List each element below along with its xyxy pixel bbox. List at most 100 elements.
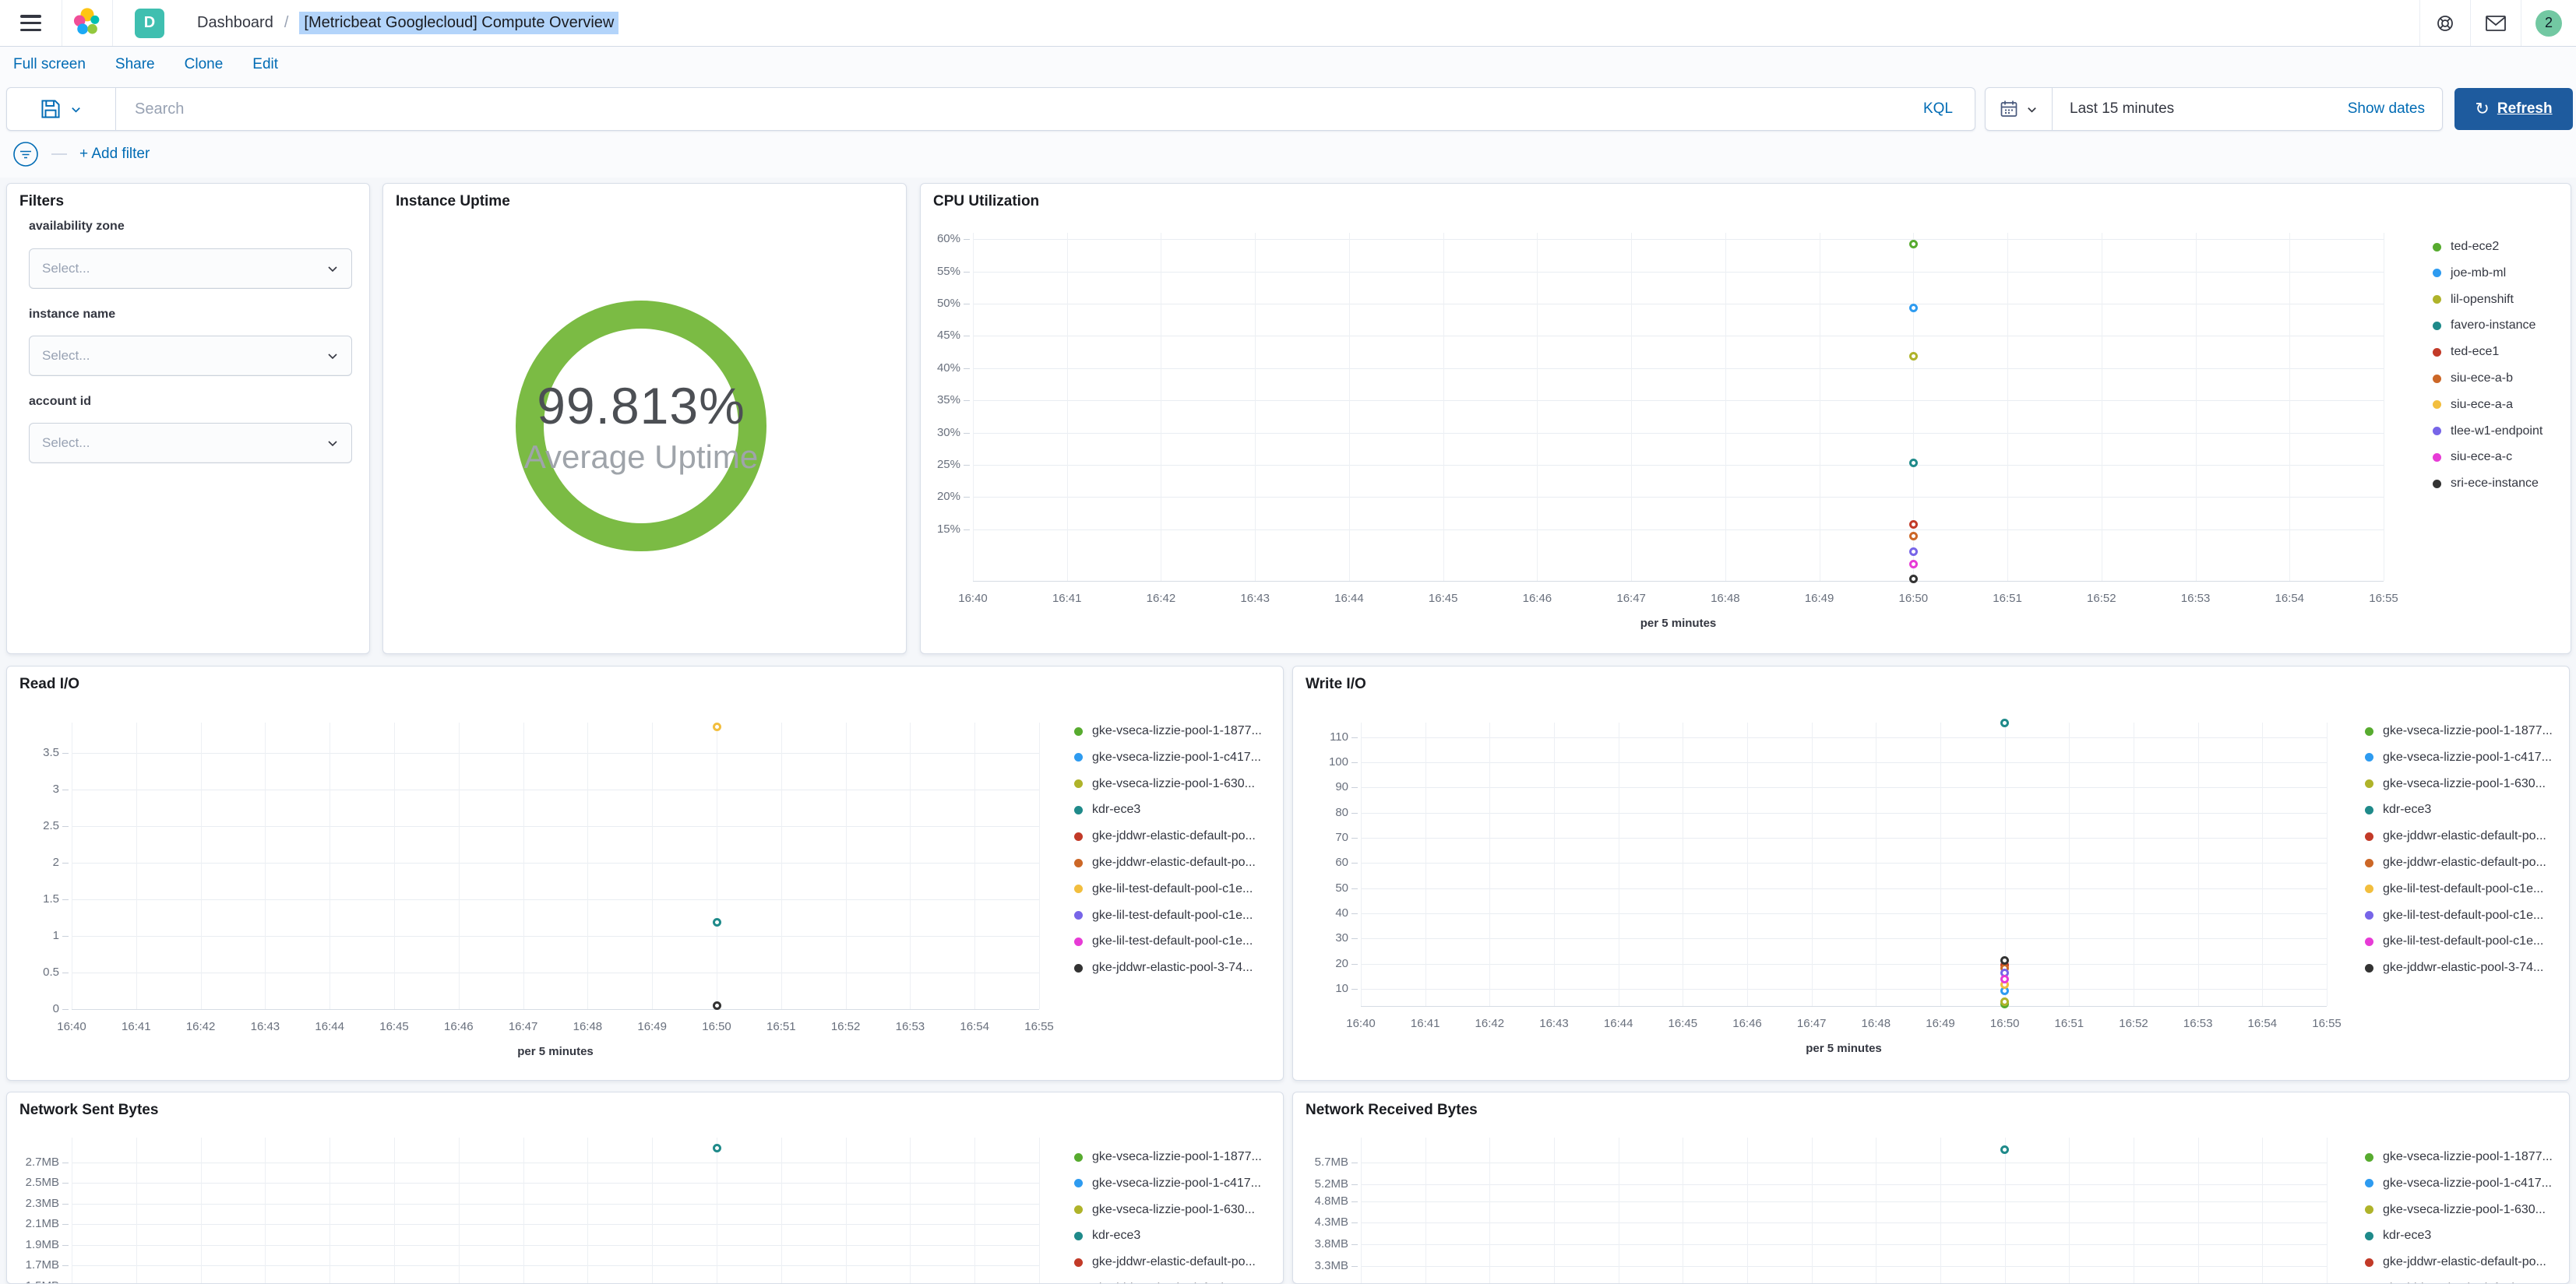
availability-zone-select[interactable]: Select... — [29, 248, 352, 289]
gridline-horizontal — [1361, 888, 2327, 889]
legend-item[interactable]: gke-lil-test-default-pool-c1e... — [1074, 902, 1253, 929]
share-button[interactable]: Share — [115, 56, 155, 73]
y-axis-tick-label: 90 — [1335, 780, 1348, 794]
legend-item[interactable]: gke-jddwr-elastic-pool-3-74... — [1074, 955, 1253, 981]
legend-item[interactable]: gke-jddwr-elastic-default-po... — [2365, 1275, 2546, 1283]
breadcrumb-separator: / — [284, 14, 289, 31]
legend-item[interactable]: kdr-ece3 — [1074, 797, 1140, 823]
legend-item[interactable]: gke-lil-test-default-pool-c1e... — [2365, 902, 2543, 929]
y-axis-tick-label: 0 — [52, 1002, 59, 1015]
y-axis-tickmark — [964, 271, 970, 273]
legend-item[interactable]: kdr-ece3 — [1074, 1222, 1140, 1249]
legend-dot — [1074, 832, 1083, 841]
legend-item[interactable]: gke-jddwr-elastic-default-po... — [1074, 1275, 1256, 1283]
elastic-logo[interactable] — [62, 0, 112, 46]
add-filter-button[interactable]: + Add filter — [79, 146, 150, 163]
menu-icon[interactable] — [20, 15, 41, 31]
y-axis-tickmark — [62, 935, 69, 937]
legend-item[interactable]: gke-vseca-lizzie-pool-1-1877... — [2365, 1144, 2553, 1170]
edit-button[interactable]: Edit — [252, 56, 278, 73]
legend-item[interactable]: gke-jddwr-elastic-default-po... — [2365, 823, 2546, 850]
y-axis-tickmark — [1351, 863, 1358, 864]
legend-item[interactable]: gke-jddwr-elastic-default-po... — [1074, 1249, 1256, 1275]
saved-query-menu[interactable] — [7, 88, 116, 130]
legend-item[interactable]: gke-vseca-lizzie-pool-1-1877... — [1074, 1144, 1262, 1170]
legend-item[interactable]: gke-lil-test-default-pool-c1e... — [2365, 876, 2543, 902]
y-axis-tickmark — [1351, 1244, 1358, 1246]
legend-item[interactable]: gke-jddwr-elastic-default-po... — [1074, 823, 1256, 850]
legend-item[interactable]: ted-ece2 — [2433, 234, 2499, 260]
legend-item[interactable]: gke-vseca-lizzie-pool-1-c417... — [2365, 744, 2552, 771]
legend-item[interactable]: joe-mb-ml — [2433, 260, 2506, 287]
gridline-horizontal — [973, 432, 2384, 434]
gridline-vertical — [136, 723, 137, 1009]
gridline-vertical — [136, 1138, 137, 1283]
filter-pin-dash — [51, 153, 67, 155]
quick-select-menu[interactable] — [1986, 88, 2053, 130]
y-axis-tickmark — [1351, 787, 1358, 789]
legend-item[interactable]: kdr-ece3 — [2365, 797, 2431, 823]
legend-item[interactable]: gke-lil-test-default-pool-c1e... — [2365, 928, 2543, 955]
breadcrumb-dashboard[interactable]: Dashboard — [197, 14, 273, 32]
legend-dot — [2433, 269, 2441, 278]
instance-name-select[interactable]: Select... — [29, 336, 352, 376]
legend-item[interactable]: gke-vseca-lizzie-pool-1-630... — [1074, 771, 1255, 797]
legend-item[interactable]: gke-vseca-lizzie-pool-1-1877... — [2365, 718, 2553, 744]
gridline-vertical — [910, 723, 911, 1009]
legend-item[interactable]: gke-jddwr-elastic-default-po... — [2365, 850, 2546, 876]
legend-item[interactable]: siu-ece-a-a — [2433, 392, 2513, 418]
legend-item[interactable]: siu-ece-a-c — [2433, 444, 2512, 470]
legend-item[interactable]: sri-ece-instance — [2433, 470, 2539, 497]
data-point-tlee-w1-endpoint — [1908, 547, 1918, 557]
space-badge[interactable]: D — [135, 8, 164, 38]
show-dates-button[interactable]: Show dates — [2348, 100, 2442, 118]
legend-item[interactable]: gke-jddwr-elastic-pool-3-74... — [2365, 955, 2543, 981]
legend-dot — [2365, 805, 2373, 814]
legend-item[interactable]: gke-vseca-lizzie-pool-1-630... — [2365, 1197, 2546, 1223]
legend-item[interactable]: lil-openshift — [2433, 287, 2514, 313]
legend-dot — [2365, 911, 2373, 920]
full-screen-button[interactable]: Full screen — [13, 56, 86, 73]
gridline-vertical — [2069, 723, 2070, 1006]
gridline-horizontal — [72, 862, 1039, 864]
top-navbar: D Dashboard / [Metricbeat Googlecloud] C… — [0, 0, 2576, 47]
legend-item[interactable]: gke-vseca-lizzie-pool-1-1877... — [1074, 718, 1262, 744]
x-axis-tick-label: 16:52 — [2087, 592, 2116, 605]
legend-item[interactable]: siu-ece-a-b — [2433, 365, 2513, 392]
refresh-button[interactable]: ↻ Refresh — [2454, 88, 2573, 130]
gridline-vertical — [587, 1138, 589, 1283]
time-range-value[interactable]: Last 15 minutes — [2053, 100, 2348, 118]
legend-item[interactable]: gke-jddwr-elastic-default-po... — [1074, 850, 1256, 876]
y-axis-tick-label: 2.3MB — [25, 1196, 59, 1210]
user-avatar[interactable]: 2 — [2535, 9, 2562, 37]
uptime-gauge-center: 99.813% Average Uptime — [516, 301, 766, 551]
legend-item[interactable]: gke-vseca-lizzie-pool-1-630... — [2365, 771, 2546, 797]
legend-label: gke-jddwr-elastic-default-po... — [1092, 829, 1256, 843]
search-input[interactable] — [116, 88, 1901, 130]
legend-dot — [2365, 885, 2373, 894]
x-axis-title: per 5 minutes — [1640, 617, 1717, 630]
legend-item[interactable]: tlee-w1-endpoint — [2433, 418, 2543, 445]
legend-item[interactable]: gke-lil-test-default-pool-c1e... — [1074, 928, 1253, 955]
filter-circle-icon[interactable] — [12, 141, 39, 167]
help-button[interactable] — [2420, 0, 2470, 46]
legend-item[interactable]: gke-vseca-lizzie-pool-1-c417... — [1074, 1170, 1261, 1197]
gridline-horizontal — [973, 529, 2384, 530]
clone-button[interactable]: Clone — [185, 56, 224, 73]
legend-item[interactable]: kdr-ece3 — [2365, 1222, 2431, 1249]
kql-button[interactable]: KQL — [1901, 100, 1975, 118]
legend-dot — [2365, 753, 2373, 762]
legend-item[interactable]: gke-vseca-lizzie-pool-1-630... — [1074, 1197, 1255, 1223]
legend-item[interactable]: ted-ece1 — [2433, 339, 2499, 365]
legend-item[interactable]: gke-vseca-lizzie-pool-1-c417... — [2365, 1170, 2552, 1197]
legend-item[interactable]: gke-jddwr-elastic-default-po... — [2365, 1249, 2546, 1275]
legend-item[interactable]: gke-lil-test-default-pool-c1e... — [1074, 876, 1253, 902]
chevron-down-icon — [2028, 107, 2036, 113]
legend-item[interactable]: gke-vseca-lizzie-pool-1-c417... — [1074, 744, 1261, 771]
account-id-select[interactable]: Select... — [29, 423, 352, 463]
gridline-vertical — [1554, 1138, 1555, 1283]
notifications-button[interactable] — [2471, 0, 2521, 46]
network-sent-bytes-chart: 2.7MB 2.5MB 2.3MB 2.1MB 1.9MB 1.7MB 1.5MB gke-v… — [7, 1092, 1283, 1283]
page-title[interactable]: [Metricbeat Googlecloud] Compute Overvie… — [299, 12, 619, 34]
legend-item[interactable]: favero-instance — [2433, 312, 2535, 339]
